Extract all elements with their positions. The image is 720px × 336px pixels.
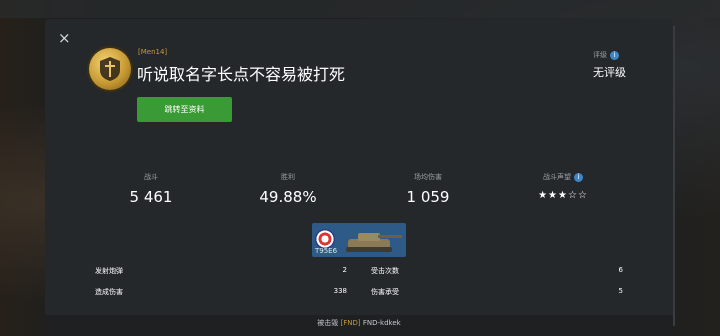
- tank-name: T95E6: [315, 247, 338, 255]
- battle-stat-label: 受击次数: [371, 267, 399, 275]
- clan-emblem-icon: [89, 48, 131, 90]
- stat-value: 5 461: [129, 188, 173, 206]
- go-to-profile-button[interactable]: 跳转至资料: [137, 97, 232, 122]
- battle-stat-value: 5: [618, 287, 623, 295]
- usa-flag-icon: [315, 229, 335, 249]
- stat-label-text: 战斗声望: [543, 173, 571, 181]
- tank-icon: [346, 233, 402, 252]
- rating-label: 评级 i: [593, 50, 619, 60]
- killer-name[interactable]: FND-kdkek: [363, 319, 401, 327]
- close-icon[interactable]: ×: [58, 31, 71, 46]
- rating-label-text: 评级: [593, 51, 607, 59]
- battle-stat-value: 338: [333, 287, 347, 295]
- player-name: 听说取名字长点不容易被打死: [137, 65, 346, 84]
- stat-label: 战斗: [144, 173, 158, 181]
- info-icon[interactable]: i: [574, 172, 583, 182]
- destroyed-by-bar: 被击毁 [FND] FND-kdkek: [45, 315, 673, 336]
- reputation-stars: ★★★☆☆: [538, 190, 588, 201]
- destroyed-by-label: 被击毁: [317, 319, 339, 327]
- info-icon[interactable]: i: [610, 50, 619, 60]
- background-top-strip: [0, 0, 720, 18]
- battle-stat-label: 造成伤害: [95, 288, 123, 296]
- stat-battle-reputation: 战斗声望 i ★★★☆☆: [503, 172, 623, 201]
- stat-victories: 胜利 49.88%: [228, 172, 348, 206]
- killer-clan-tag: [FND]: [340, 319, 361, 327]
- battle-stat-value: 2: [342, 266, 347, 274]
- tank-card[interactable]: T95E6: [312, 223, 406, 257]
- stat-label: 场均伤害: [414, 173, 442, 181]
- battle-stat-label: 发射炮弹: [95, 267, 123, 275]
- battle-stat-value: 6: [618, 266, 623, 274]
- stat-avg-damage: 场均伤害 1 059: [368, 172, 488, 206]
- stat-value: 49.88%: [259, 188, 317, 206]
- battle-stat-label: 伤害承受: [371, 288, 399, 296]
- stat-battles: 战斗 5 461: [91, 172, 211, 206]
- rating-value: 无评级: [593, 66, 626, 79]
- clan-tag: [Men14]: [138, 48, 168, 56]
- scrollbar[interactable]: [673, 26, 675, 326]
- stat-label: 战斗声望 i: [503, 172, 623, 184]
- stat-label: 胜利: [281, 173, 295, 181]
- stat-value: 1 059: [406, 188, 450, 206]
- player-profile-panel: × [Men14] 听说取名字长点不容易被打死 跳转至资料 评级 i 无评级 战斗…: [45, 19, 673, 336]
